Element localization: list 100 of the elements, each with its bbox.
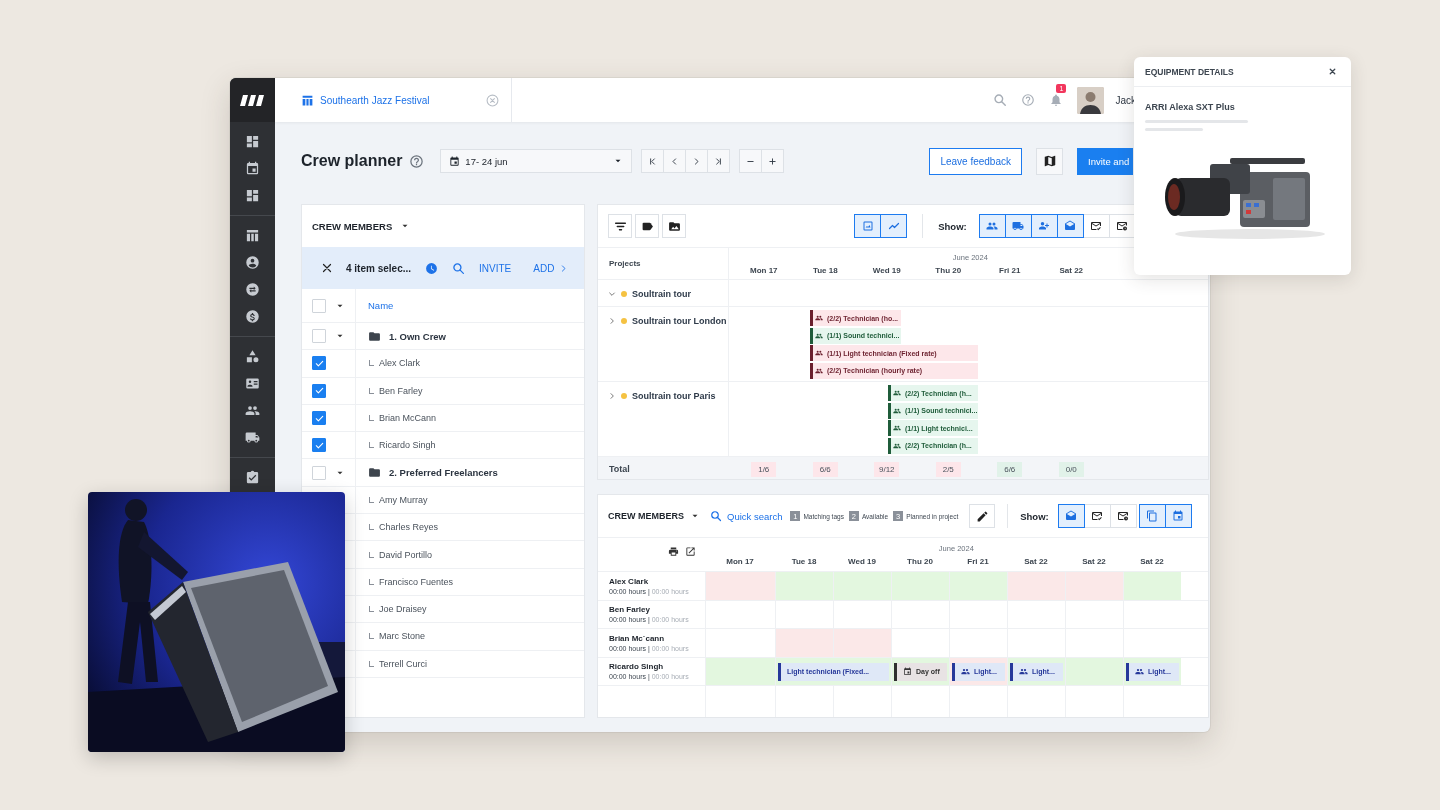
clock-icon[interactable]	[425, 261, 439, 275]
shapes-icon[interactable]	[245, 349, 260, 364]
member-name[interactable]: Brian McCann	[379, 413, 437, 424]
member-name[interactable]: Alex Clark	[609, 576, 705, 586]
member-name[interactable]: Marc Stone	[379, 631, 426, 642]
invite-link[interactable]: INVITE	[479, 262, 512, 274]
member-name[interactable]: Charles Reyes	[379, 522, 439, 533]
panel-title[interactable]: CREW MEMBERS	[608, 511, 684, 521]
close-icon[interactable]	[1328, 67, 1337, 76]
day-cell[interactable]	[1123, 572, 1181, 600]
member-name[interactable]: Alex Clark	[379, 358, 420, 369]
checkbox[interactable]	[312, 438, 326, 453]
project-name[interactable]: Soultrain tour Paris	[632, 391, 716, 401]
total-label: Total	[609, 464, 630, 474]
checkbox[interactable]	[312, 411, 326, 426]
envelope-check-icon	[1091, 510, 1104, 522]
help-icon[interactable]	[1021, 93, 1036, 107]
truck-icon[interactable]	[245, 430, 260, 445]
day-header: Tue 18	[790, 556, 818, 566]
person-icon[interactable]	[245, 255, 260, 270]
map-button[interactable]	[1036, 147, 1063, 175]
group-name[interactable]: 1. Own Crew	[389, 330, 446, 342]
group-name[interactable]: 2. Preferred Freelancers	[389, 467, 498, 479]
member-name[interactable]: Joe Draisey	[379, 604, 427, 615]
day-cell[interactable]	[1065, 657, 1123, 685]
filter-button[interactable]	[608, 214, 632, 238]
dashboard-icon[interactable]	[245, 134, 260, 149]
add-link[interactable]: ADD	[533, 262, 569, 274]
date-range-select[interactable]: 17- 24 jun	[440, 149, 633, 173]
zoom-in-button[interactable]	[761, 149, 785, 173]
member-name[interactable]: Ricardo Singh	[609, 662, 705, 672]
day-cell[interactable]	[891, 572, 949, 600]
member-name[interactable]: Terrell Curci	[379, 658, 427, 669]
dashboard-icon[interactable]	[245, 188, 260, 203]
people-icon[interactable]	[245, 403, 260, 418]
member-name[interactable]: Ben Farley	[609, 605, 705, 615]
logo-icon[interactable]	[239, 94, 266, 106]
invite-button[interactable]: Invite and	[1077, 147, 1133, 175]
member-name[interactable]: Ben Farley	[379, 385, 423, 396]
avatar[interactable]	[1077, 86, 1105, 114]
project-tab[interactable]: Southearth Jazz Festival	[275, 78, 512, 122]
print-icon[interactable]	[668, 546, 679, 557]
folder-icon	[368, 466, 381, 480]
bell-icon[interactable]	[1049, 93, 1064, 107]
toggle-button[interactable]	[1138, 504, 1166, 528]
day-cell[interactable]	[1065, 572, 1123, 600]
toggle-button[interactable]	[880, 214, 908, 238]
chevron-right-icon[interactable]	[608, 392, 616, 400]
column-header[interactable]: Name	[368, 300, 394, 311]
checkbox[interactable]	[312, 383, 326, 398]
edit-button[interactable]	[969, 504, 996, 528]
toggle-button[interactable]	[978, 214, 1006, 238]
day-cell[interactable]	[775, 572, 833, 600]
tree-branch-icon	[369, 496, 374, 503]
toggle-button[interactable]	[1030, 214, 1058, 238]
tag-button[interactable]	[635, 214, 659, 238]
toggle-button[interactable]	[1004, 214, 1032, 238]
chevron-right-icon	[559, 263, 569, 273]
search-icon[interactable]	[993, 93, 1008, 107]
day-cell[interactable]	[775, 629, 833, 657]
toggle-button[interactable]	[854, 214, 882, 238]
clipboard-check-icon[interactable]	[245, 470, 260, 485]
checkbox[interactable]	[312, 356, 326, 371]
project-name[interactable]: Soultrain tour London	[632, 316, 727, 326]
chevron-right-icon[interactable]	[608, 317, 616, 325]
member-name[interactable]: Brian Mc`cann	[609, 633, 705, 643]
toggle-button[interactable]	[1164, 504, 1192, 528]
swap-icon[interactable]	[245, 282, 260, 297]
day-cell[interactable]	[705, 572, 775, 600]
chevron-down-icon[interactable]	[608, 290, 616, 298]
day-cell[interactable]	[833, 629, 891, 657]
calendar-icon[interactable]	[245, 161, 260, 176]
member-name[interactable]: Ricardo Singh	[379, 440, 436, 451]
quick-search-link[interactable]: Quick search	[727, 510, 783, 522]
table-icon	[301, 93, 314, 107]
toggle-button[interactable]	[1056, 214, 1084, 238]
folder-button[interactable]	[662, 214, 686, 238]
day-cell[interactable]	[949, 572, 1007, 600]
member-name[interactable]: David Portillo	[379, 549, 433, 560]
member-name[interactable]: Amy Murray	[379, 494, 428, 505]
total-count: 0/0	[1058, 461, 1084, 477]
day-cell[interactable]	[705, 657, 775, 685]
help-icon[interactable]	[409, 153, 425, 169]
last-button[interactable]	[707, 149, 731, 173]
contact-card-icon[interactable]	[245, 376, 260, 391]
envelope-clock-icon	[1117, 510, 1130, 522]
search-icon[interactable]	[452, 261, 466, 275]
dollar-icon[interactable]	[245, 309, 260, 324]
member-name[interactable]: Francisco Fuentes	[379, 576, 454, 587]
day-cell[interactable]	[833, 572, 891, 600]
open-external-icon[interactable]	[685, 546, 696, 557]
day-cell[interactable]	[1007, 572, 1065, 600]
project-name[interactable]: Soultrain tour	[632, 289, 691, 299]
panel-title[interactable]: CREW MEMBERS	[312, 220, 393, 232]
pencil-icon	[975, 509, 989, 523]
feedback-button[interactable]: Leave feedback	[929, 147, 1022, 175]
day-header: Fri 21	[998, 265, 1022, 275]
toggle-button[interactable]	[1057, 504, 1085, 528]
close-icon[interactable]	[321, 262, 333, 274]
table-icon[interactable]	[245, 228, 260, 243]
